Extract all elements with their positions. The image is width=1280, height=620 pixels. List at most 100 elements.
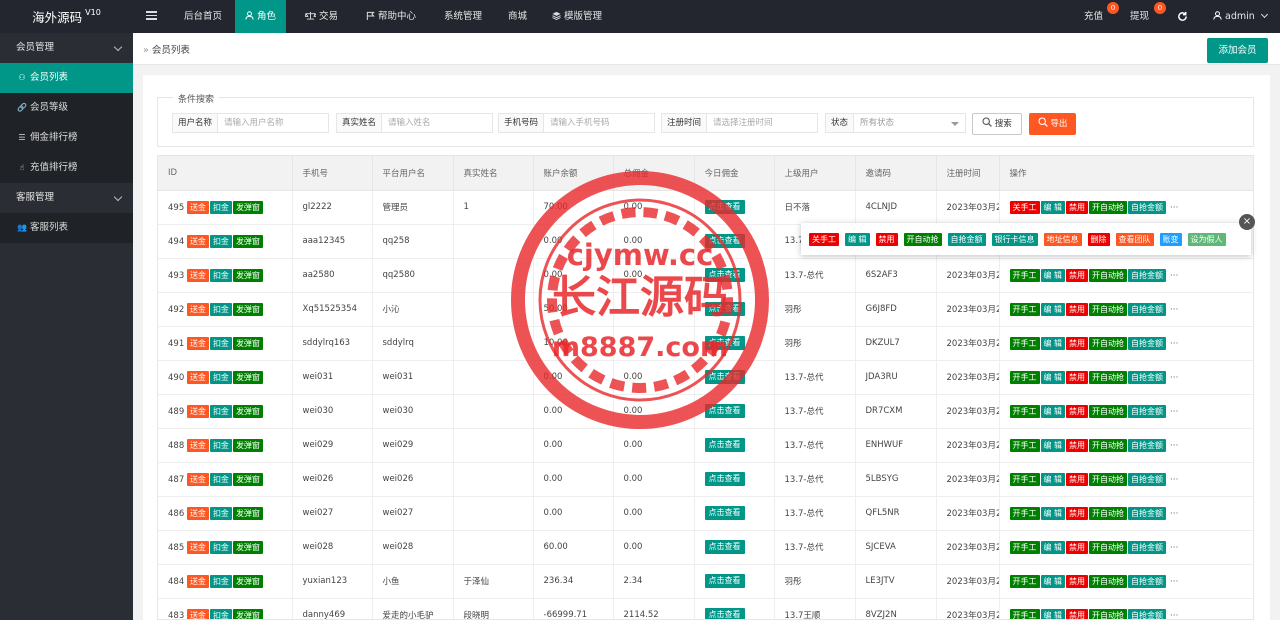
edit-button[interactable]: 编 辑 [1040, 404, 1066, 418]
deduct-money-button[interactable]: 扣金 [209, 336, 232, 350]
export-button[interactable]: 导出 [1029, 113, 1076, 135]
disable-button[interactable]: 禁用 [1066, 336, 1089, 350]
view-button[interactable]: 点击查看 [704, 336, 745, 350]
view-button[interactable]: 点击查看 [704, 472, 745, 486]
more-actions-icon[interactable]: ··· [1167, 577, 1179, 587]
manual-toggle-button[interactable]: 开手工 [1009, 540, 1040, 554]
auto-grab-button[interactable]: 开自动抢 [1089, 506, 1128, 520]
view-button[interactable]: 点击查看 [704, 608, 745, 619]
view-button[interactable]: 点击查看 [704, 370, 745, 384]
edit-button[interactable]: 编 辑 [1040, 302, 1066, 316]
disable-button[interactable]: 禁用 [1066, 370, 1089, 384]
manual-toggle-button[interactable]: 开手工 [1009, 336, 1040, 350]
disable-button[interactable]: 禁用 [1066, 574, 1089, 588]
manual-toggle-button[interactable]: 开手工 [1009, 370, 1040, 384]
sidebar-group-0[interactable]: 会员管理 [0, 33, 133, 63]
view-button[interactable]: 点击查看 [704, 438, 745, 452]
manual-toggle-button[interactable]: 开手工 [1009, 506, 1040, 520]
nav-item-3[interactable]: 帮助中心 [356, 0, 426, 33]
phone-input[interactable] [544, 114, 655, 132]
give-money-button[interactable]: 送金 [186, 336, 209, 350]
disable-button[interactable]: 禁用 [1066, 608, 1089, 619]
withdraw-link[interactable]: 提现 [1130, 0, 1149, 33]
view-button[interactable]: 点击查看 [704, 506, 745, 520]
give-money-button[interactable]: 送金 [186, 438, 209, 452]
view-button[interactable]: 点击查看 [704, 404, 745, 418]
edit-button[interactable]: 编 辑 [1040, 506, 1066, 520]
disable-button[interactable]: 禁用 [1066, 438, 1089, 452]
edit-button[interactable]: 编 辑 [1040, 574, 1066, 588]
deduct-money-button[interactable]: 扣金 [209, 540, 232, 554]
edit-button[interactable]: 编 辑 [1040, 540, 1066, 554]
menu-toggle-icon[interactable] [146, 9, 157, 20]
give-money-button[interactable]: 送金 [186, 472, 209, 486]
send-popup-button[interactable]: 发弹窗 [232, 404, 263, 418]
more-actions-icon[interactable]: ··· [1167, 407, 1179, 417]
manual-toggle-button[interactable]: 开手工 [1009, 574, 1040, 588]
send-popup-button[interactable]: 发弹窗 [232, 574, 263, 588]
edit-button[interactable]: 编 辑 [1040, 472, 1066, 486]
popup-action-button[interactable]: 银行卡信息 [991, 233, 1038, 246]
send-popup-button[interactable]: 发弹窗 [232, 438, 263, 452]
give-money-button[interactable]: 送金 [186, 234, 209, 248]
popup-action-button[interactable]: 关手工 [809, 233, 839, 246]
manual-toggle-button[interactable]: 开手工 [1009, 268, 1040, 282]
username-input[interactable] [218, 114, 329, 132]
manual-toggle-button[interactable]: 开手工 [1009, 404, 1040, 418]
view-button[interactable]: 点击查看 [704, 234, 745, 248]
grab-amount-button[interactable]: 自抢金额 [1128, 370, 1167, 384]
manual-toggle-button[interactable]: 关手工 [1009, 200, 1040, 214]
manual-toggle-button[interactable]: 开手工 [1009, 472, 1040, 486]
sidebar-item-0-2[interactable]: ☰ 佣金排行榜 [0, 123, 133, 153]
deduct-money-button[interactable]: 扣金 [209, 506, 232, 520]
deduct-money-button[interactable]: 扣金 [209, 472, 232, 486]
send-popup-button[interactable]: 发弹窗 [232, 302, 263, 316]
deduct-money-button[interactable]: 扣金 [209, 234, 232, 248]
deduct-money-button[interactable]: 扣金 [209, 438, 232, 452]
grab-amount-button[interactable]: 自抢金额 [1128, 302, 1167, 316]
sidebar-item-0-3[interactable]: ☝ 充值排行榜 [0, 153, 133, 183]
add-member-button[interactable]: 添加会员 [1207, 38, 1268, 63]
refresh-icon[interactable] [1177, 0, 1188, 33]
auto-grab-button[interactable]: 开自动抢 [1089, 472, 1128, 486]
auto-grab-button[interactable]: 开自动抢 [1089, 438, 1128, 452]
manual-toggle-button[interactable]: 开手工 [1009, 302, 1040, 316]
popup-action-button[interactable]: 禁用 [875, 233, 898, 246]
nav-item-5[interactable]: 商城 [498, 0, 537, 33]
edit-button[interactable]: 编 辑 [1040, 200, 1066, 214]
view-button[interactable]: 点击查看 [704, 200, 745, 214]
nav-item-4[interactable]: 系统管理 [434, 0, 492, 33]
view-button[interactable]: 点击查看 [704, 268, 745, 282]
grab-amount-button[interactable]: 自抢金额 [1128, 608, 1167, 619]
grab-amount-button[interactable]: 自抢金额 [1128, 268, 1167, 282]
nav-item-0[interactable]: 后台首页 [174, 0, 232, 33]
recharge-link[interactable]: 充值 [1084, 0, 1103, 33]
edit-button[interactable]: 编 辑 [1040, 608, 1066, 619]
auto-grab-button[interactable]: 开自动抢 [1089, 540, 1128, 554]
more-actions-icon[interactable]: ··· [1167, 441, 1179, 451]
popup-action-button[interactable]: 编 辑 [845, 233, 870, 246]
nav-item-6[interactable]: 模版管理 [542, 0, 612, 33]
popup-action-button[interactable]: 开自动抢 [903, 233, 942, 246]
send-popup-button[interactable]: 发弹窗 [232, 370, 263, 384]
auto-grab-button[interactable]: 开自动抢 [1089, 268, 1128, 282]
grab-amount-button[interactable]: 自抢金额 [1128, 540, 1167, 554]
send-popup-button[interactable]: 发弹窗 [232, 472, 263, 486]
auto-grab-button[interactable]: 开自动抢 [1089, 370, 1128, 384]
grab-amount-button[interactable]: 自抢金额 [1128, 200, 1167, 214]
user-menu[interactable]: admin [1213, 0, 1268, 33]
give-money-button[interactable]: 送金 [186, 506, 209, 520]
grab-amount-button[interactable]: 自抢金额 [1128, 472, 1167, 486]
disable-button[interactable]: 禁用 [1066, 472, 1089, 486]
give-money-button[interactable]: 送金 [186, 370, 209, 384]
popup-action-button[interactable]: 账变 [1159, 233, 1182, 246]
give-money-button[interactable]: 送金 [186, 574, 209, 588]
disable-button[interactable]: 禁用 [1066, 404, 1089, 418]
send-popup-button[interactable]: 发弹窗 [232, 200, 263, 214]
nav-item-2[interactable]: 交易 [295, 0, 348, 33]
grab-amount-button[interactable]: 自抢金额 [1128, 438, 1167, 452]
send-popup-button[interactable]: 发弹窗 [232, 540, 263, 554]
nav-item-1[interactable]: 角色 [235, 0, 287, 33]
edit-button[interactable]: 编 辑 [1040, 438, 1066, 452]
disable-button[interactable]: 禁用 [1066, 268, 1089, 282]
